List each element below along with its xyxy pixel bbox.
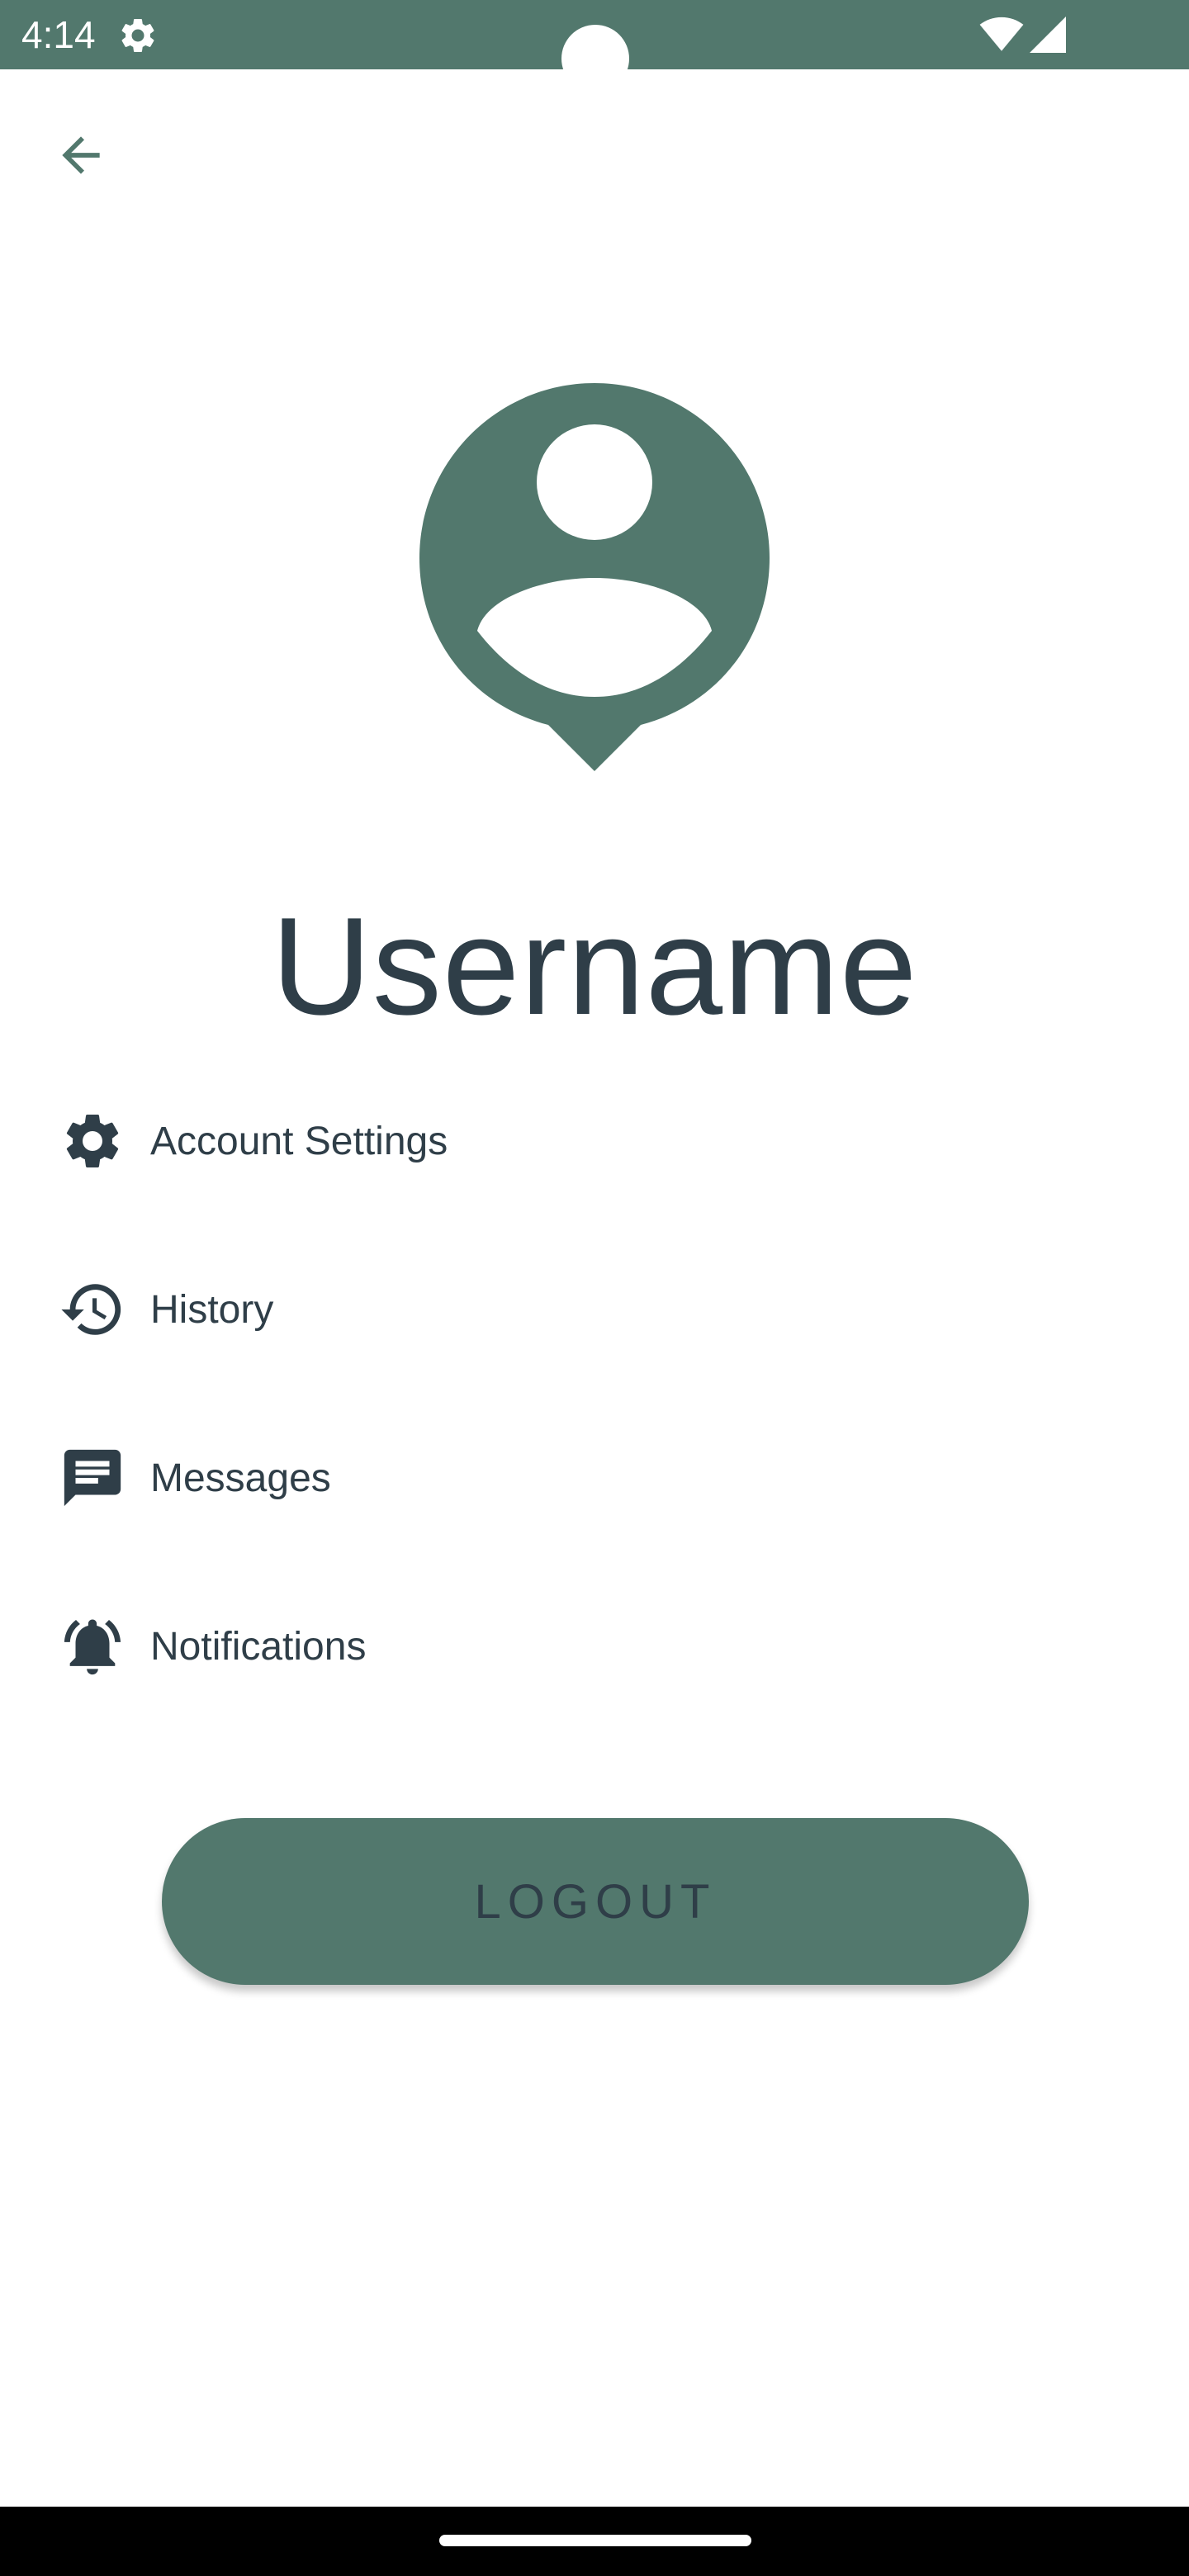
message-icon bbox=[50, 1435, 135, 1521]
profile-username: Username bbox=[271, 888, 918, 1044]
home-indicator[interactable] bbox=[439, 2535, 751, 2546]
history-icon bbox=[50, 1267, 135, 1352]
logout-button[interactable]: LOGOUT bbox=[162, 1818, 1029, 1985]
menu-item-account-settings[interactable]: Account Settings bbox=[50, 1091, 710, 1191]
menu-item-label: Notifications bbox=[150, 1624, 367, 1669]
menu-item-history[interactable]: History bbox=[50, 1260, 710, 1359]
menu-item-notifications[interactable]: Notifications bbox=[50, 1597, 710, 1696]
camera-cutout bbox=[561, 25, 629, 92]
menu-item-label: History bbox=[150, 1287, 274, 1332]
status-time: 4:14 bbox=[21, 13, 96, 56]
gear-icon bbox=[50, 1098, 135, 1184]
back-button[interactable] bbox=[41, 116, 121, 195]
profile-avatar-icon bbox=[419, 383, 770, 771]
menu-item-label: Messages bbox=[150, 1456, 331, 1500]
menu-item-messages[interactable]: Messages bbox=[50, 1428, 710, 1527]
wifi-icon bbox=[979, 17, 1024, 51]
menu-item-label: Account Settings bbox=[150, 1119, 448, 1163]
cellular-signal-icon bbox=[1030, 17, 1066, 53]
notification-bell-icon bbox=[50, 1603, 135, 1689]
settings-status-icon bbox=[121, 18, 154, 52]
arrow-back-icon bbox=[62, 136, 100, 174]
